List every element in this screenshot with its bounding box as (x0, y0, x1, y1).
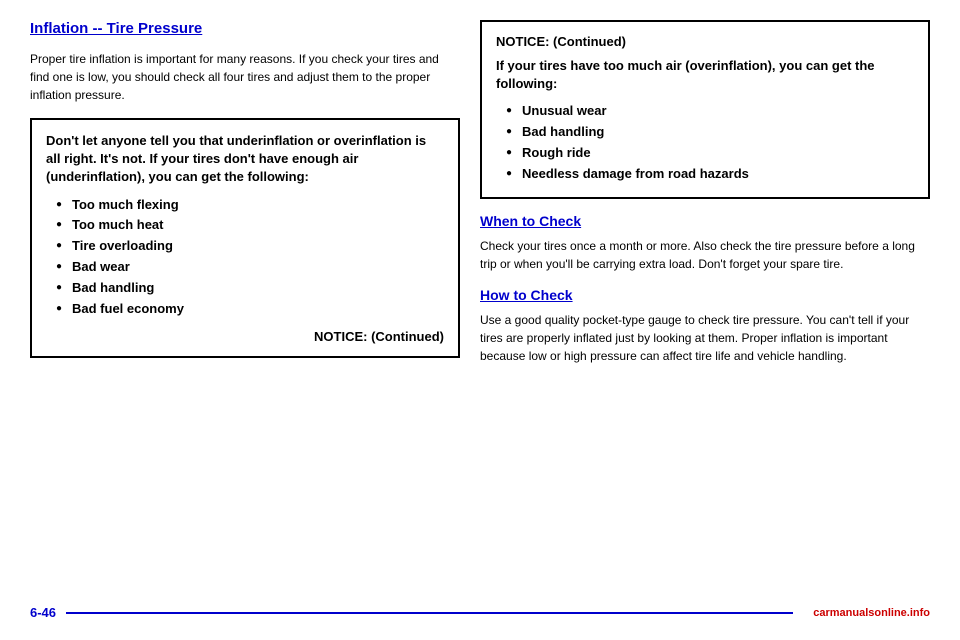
how-to-check-heading: How to Check (480, 287, 930, 303)
list-item: Needless damage from road hazards (506, 164, 914, 185)
notice-intro-text: Don't let anyone tell you that underinfl… (46, 132, 444, 187)
when-to-check-section: When to Check Check your tires once a mo… (480, 213, 930, 273)
left-column: Proper tire inflation is important for m… (30, 50, 460, 372)
footer-divider (66, 612, 793, 614)
when-to-check-heading: When to Check (480, 213, 930, 229)
underinflation-list: Too much flexing Too much heat Tire over… (46, 195, 444, 320)
list-item: Bad handling (506, 122, 914, 143)
page-footer: 6-46 carmanualsonline.info (0, 605, 960, 620)
left-body-text: Proper tire inflation is important for m… (30, 50, 460, 104)
page-number: 6-46 (30, 605, 56, 620)
list-item: Too much heat (56, 215, 444, 236)
notice-box-left: Don't let anyone tell you that underinfl… (30, 118, 460, 358)
list-item: Tire overloading (56, 236, 444, 257)
list-item: Too much flexing (56, 195, 444, 216)
how-to-check-body: Use a good quality pocket-type gauge to … (480, 311, 930, 365)
right-column: NOTICE: (Continued) If your tires have t… (480, 20, 930, 379)
overinflation-intro: If your tires have too much air (overinf… (496, 57, 914, 93)
list-item: Bad handling (56, 278, 444, 299)
overinflation-list: Unusual wear Bad handling Rough ride Nee… (496, 101, 914, 184)
page-container: Inflation -- Tire Pressure Proper tire i… (0, 0, 960, 640)
footer-logo: carmanualsonline.info (813, 607, 930, 619)
list-item: Rough ride (506, 143, 914, 164)
how-to-check-section: How to Check Use a good quality pocket-t… (480, 287, 930, 365)
list-item: Unusual wear (506, 101, 914, 122)
list-item: Bad fuel economy (56, 299, 444, 320)
when-to-check-body: Check your tires once a month or more. A… (480, 237, 930, 273)
notice-continued-title: NOTICE: (Continued) (496, 34, 914, 49)
notice-continued-label: NOTICE: (Continued) (46, 329, 444, 344)
list-item: Bad wear (56, 257, 444, 278)
notice-box-right: NOTICE: (Continued) If your tires have t… (480, 20, 930, 199)
